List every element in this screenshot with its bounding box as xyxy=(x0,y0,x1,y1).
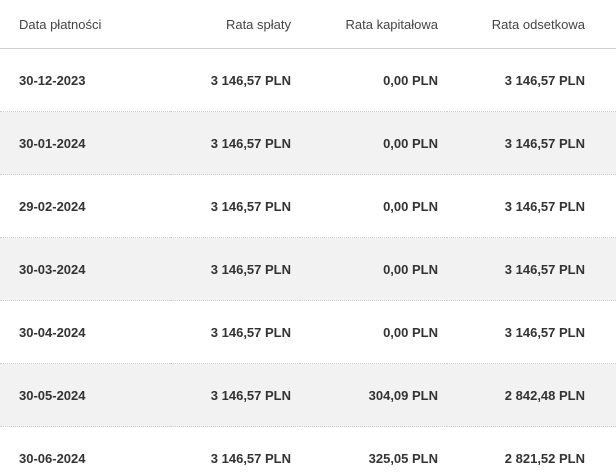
cell-payment-date: 30-03-2024 xyxy=(0,237,170,301)
cell-principal: 0,00 PLN xyxy=(300,48,447,112)
table-row: 30-06-2024 3 146,57 PLN 325,05 PLN 2 821,52… xyxy=(0,426,616,475)
column-header-installment: Rata spłaty xyxy=(170,0,300,49)
cell-interest: 2 842,48 PLN xyxy=(447,363,616,427)
cell-principal: 0,00 PLN xyxy=(300,174,447,238)
column-header-interest: Rata odsetkowa xyxy=(447,0,616,49)
cell-payment-date: 30-06-2024 xyxy=(0,426,170,475)
cell-installment: 3 146,57 PLN xyxy=(170,363,300,427)
cell-principal: 0,00 PLN xyxy=(300,237,447,301)
table-row: 30-03-2024 3 146,57 PLN 0,00 PLN 3 146,57 P… xyxy=(0,237,616,301)
payment-schedule: Data płatności Rata spłaty Rata kapitało… xyxy=(0,0,616,475)
cell-principal: 325,05 PLN xyxy=(300,426,447,475)
cell-interest: 3 146,57 PLN xyxy=(447,174,616,238)
cell-installment: 3 146,57 PLN xyxy=(170,300,300,364)
table-row: 30-12-2023 3 146,57 PLN 0,00 PLN 3 146,57 P… xyxy=(0,48,616,112)
table-row: 30-05-2024 3 146,57 PLN 304,09 PLN 2 842,48… xyxy=(0,363,616,427)
cell-principal: 0,00 PLN xyxy=(300,300,447,364)
cell-installment: 3 146,57 PLN xyxy=(170,111,300,175)
cell-installment: 3 146,57 PLN xyxy=(170,48,300,112)
cell-payment-date: 30-05-2024 xyxy=(0,363,170,427)
cell-interest: 3 146,57 PLN xyxy=(447,48,616,112)
cell-principal: 304,09 PLN xyxy=(300,363,447,427)
header-row: Data płatności Rata spłaty Rata kapitało… xyxy=(0,0,616,49)
cell-installment: 3 146,57 PLN xyxy=(170,174,300,238)
table-row: 30-01-2024 3 146,57 PLN 0,00 PLN 3 146,57 P… xyxy=(0,111,616,175)
cell-payment-date: 30-04-2024 xyxy=(0,300,170,364)
cell-payment-date: 29-02-2024 xyxy=(0,174,170,238)
cell-interest: 2 821,52 PLN xyxy=(447,426,616,475)
cell-principal: 0,00 PLN xyxy=(300,111,447,175)
column-header-payment-date: Data płatności xyxy=(0,0,170,49)
cell-interest: 3 146,57 PLN xyxy=(447,237,616,301)
cell-payment-date: 30-12-2023 xyxy=(0,48,170,112)
column-header-principal: Rata kapitałowa xyxy=(300,0,447,49)
cell-interest: 3 146,57 PLN xyxy=(447,111,616,175)
table-row: 29-02-2024 3 146,57 PLN 0,00 PLN 3 146,57 P… xyxy=(0,174,616,238)
cell-installment: 3 146,57 PLN xyxy=(170,426,300,475)
table-header: Data płatności Rata spłaty Rata kapitało… xyxy=(0,0,616,49)
cell-installment: 3 146,57 PLN xyxy=(170,237,300,301)
table-row: 30-04-2024 3 146,57 PLN 0,00 PLN 3 146,57 P… xyxy=(0,300,616,364)
cell-interest: 3 146,57 PLN xyxy=(447,300,616,364)
table-body: 30-12-2023 3 146,57 PLN 0,00 PLN 3 146,57 P… xyxy=(0,48,616,475)
cell-payment-date: 30-01-2024 xyxy=(0,111,170,175)
payment-schedule-table: Data płatności Rata spłaty Rata kapitało… xyxy=(0,0,616,475)
